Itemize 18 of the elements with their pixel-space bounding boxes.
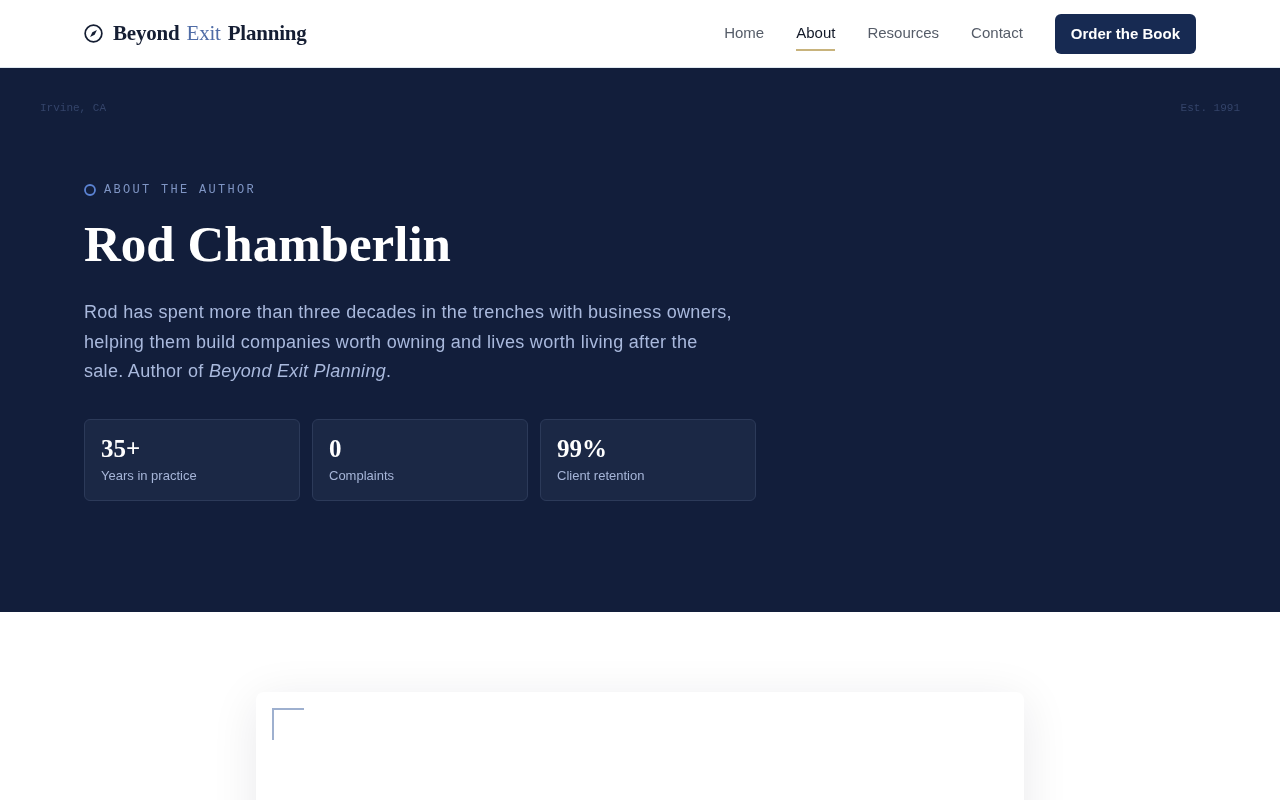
- order-book-button[interactable]: Order the Book: [1054, 13, 1196, 54]
- nav-link[interactable]: Resources: [867, 16, 940, 51]
- stat-value: 0: [329, 434, 342, 463]
- page-title: Rod Chamberlin: [84, 215, 451, 274]
- corner-bracket-icon: [272, 708, 304, 740]
- compass-icon: [84, 24, 103, 43]
- stat-label: Complaints: [329, 467, 395, 484]
- stat-value: 35+: [101, 434, 141, 463]
- logo-text[interactable]: Beyond Exit Planning: [113, 21, 307, 46]
- ring-icon: [84, 184, 96, 196]
- nav-link[interactable]: Contact: [971, 16, 1023, 51]
- nav-link[interactable]: About: [796, 16, 836, 51]
- stat-value: 99%: [557, 434, 607, 463]
- intro-paragraph: Rod has spent more than three decades in the trenches with business owners, helping them build companies worth owning and lives worth living after the sale. Author of Beyond Exit Planning.: [84, 301, 733, 383]
- eyebrow-label: ABOUT THE AUTHOR: [104, 183, 257, 197]
- nav-link[interactable]: Home: [724, 16, 765, 51]
- stat-label: Client retention: [557, 467, 645, 484]
- stat-label: Years in practice: [101, 467, 197, 484]
